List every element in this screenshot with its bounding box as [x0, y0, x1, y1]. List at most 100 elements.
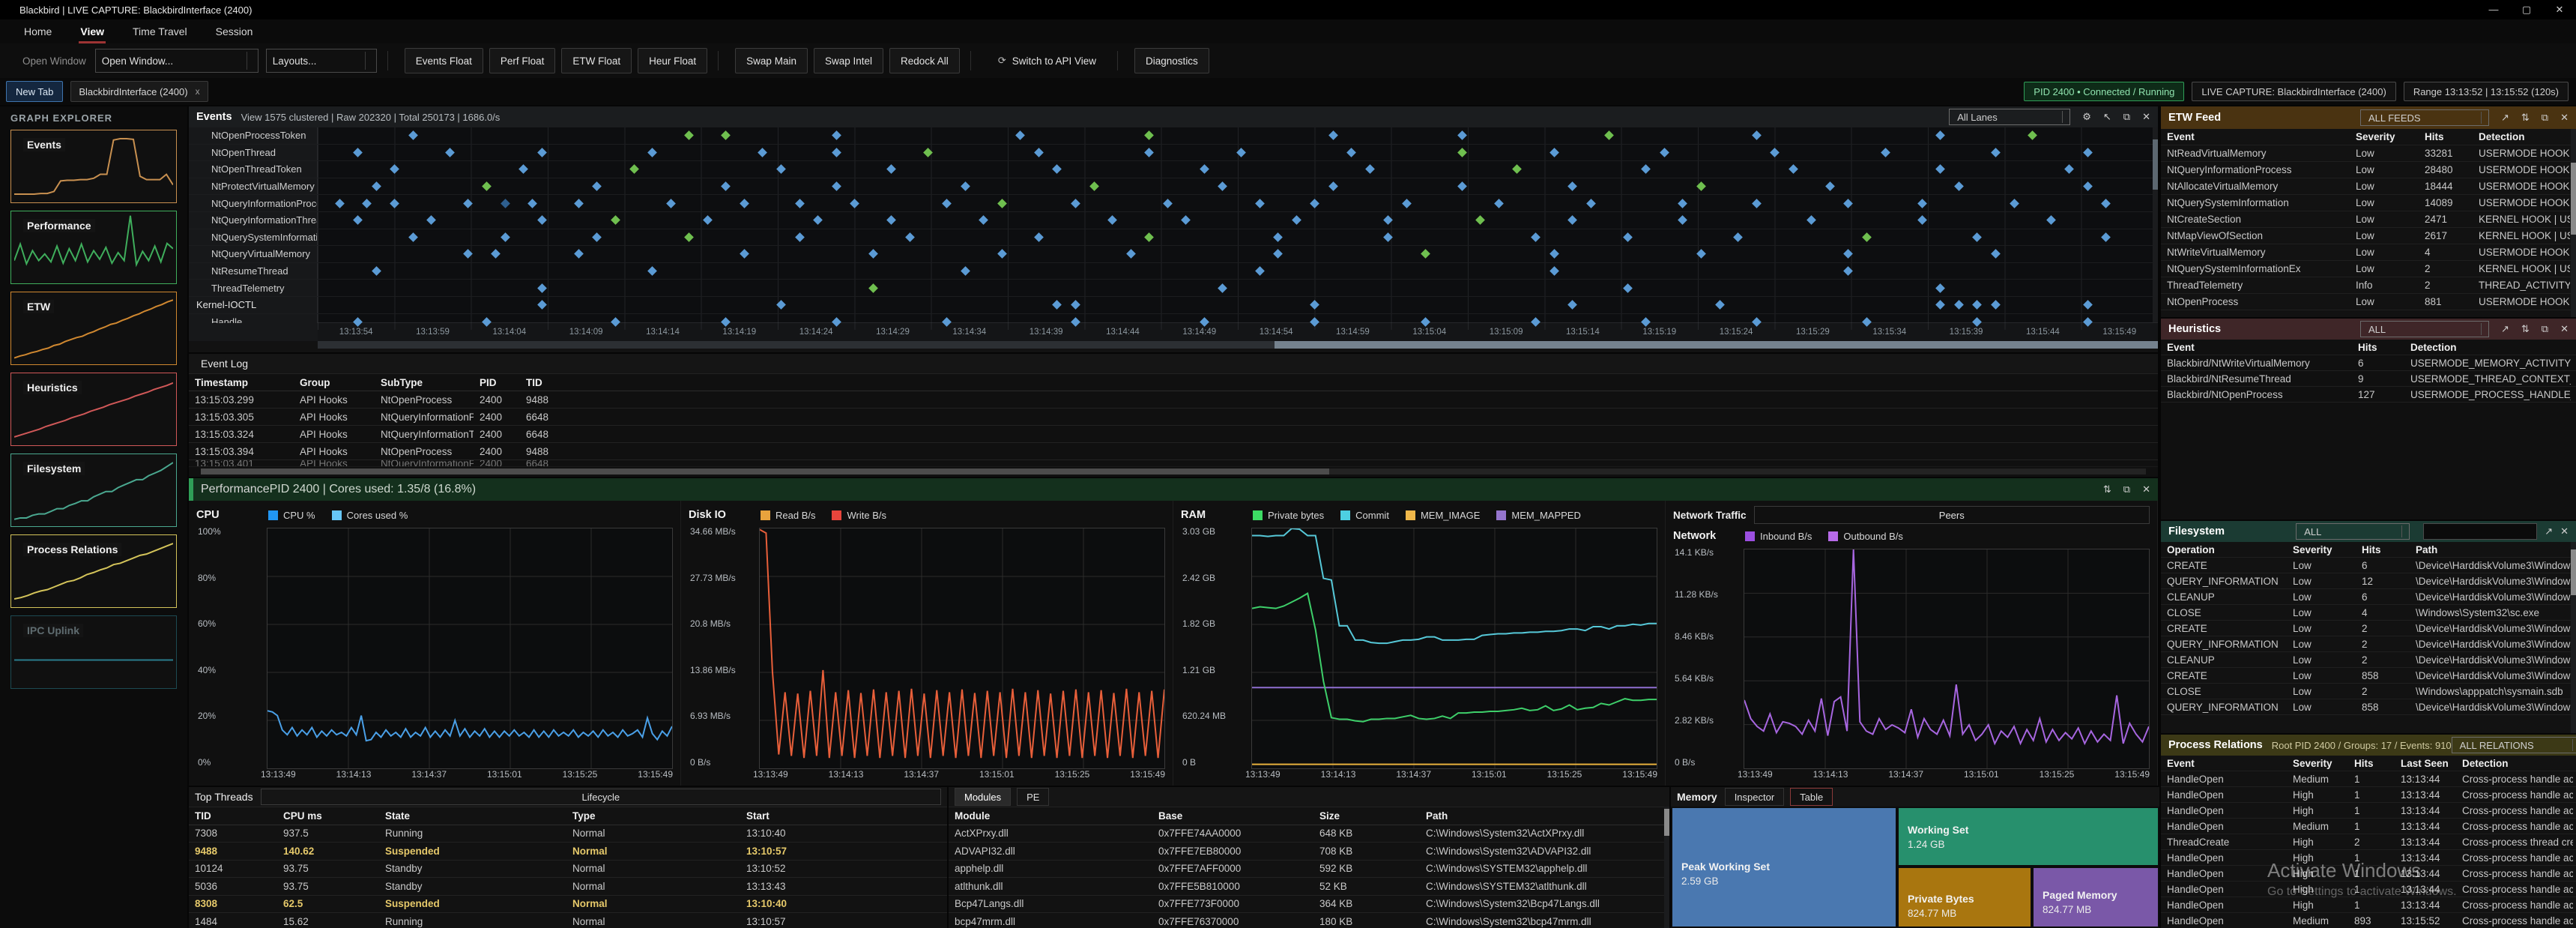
- column-header[interactable]: Detection: [2404, 342, 2571, 353]
- column-header[interactable]: Severity: [2350, 131, 2419, 142]
- event-marker-diamond[interactable]: [1273, 250, 1283, 259]
- filesystem-row[interactable]: QUERY_INFORMATIONLow2\Device\HarddiskVol…: [2161, 636, 2576, 652]
- column-header[interactable]: SubType: [375, 377, 474, 388]
- event-marker-diamond[interactable]: [390, 165, 399, 175]
- column-header[interactable]: TID: [189, 810, 277, 822]
- event-marker-diamond[interactable]: [1107, 215, 1117, 225]
- all-lanes-select[interactable]: All Lanes: [1949, 109, 2070, 125]
- event-marker-diamond[interactable]: [1273, 232, 1283, 242]
- module-row[interactable]: apphelp.dll0x7FFE7AFF0000592 KBC:\Window…: [949, 861, 1669, 879]
- tab-close-icon[interactable]: x: [196, 86, 200, 97]
- event-marker-diamond[interactable]: [2083, 148, 2093, 157]
- column-header[interactable]: Event: [2161, 758, 2287, 769]
- event-marker-diamond[interactable]: [850, 199, 859, 208]
- event-marker-diamond[interactable]: [464, 199, 474, 208]
- event-marker-diamond[interactable]: [1144, 130, 1154, 140]
- tab-modules[interactable]: Modules: [955, 788, 1011, 806]
- event-marker-diamond[interactable]: [1292, 215, 1301, 225]
- event-marker-diamond[interactable]: [611, 317, 620, 327]
- event-marker-diamond[interactable]: [1310, 317, 1319, 327]
- event-marker-diamond[interactable]: [1549, 250, 1559, 259]
- etw-row[interactable]: ThreadTelemetryInfo2THREAD_ACTIVITY: [2161, 277, 2576, 294]
- event-marker-diamond[interactable]: [721, 181, 731, 191]
- column-header[interactable]: State: [379, 810, 566, 822]
- event-lane-label[interactable]: NtQueryVirtualMemory: [189, 246, 318, 262]
- event-marker-diamond[interactable]: [1862, 317, 1872, 327]
- event-marker-diamond[interactable]: [1917, 215, 1927, 225]
- event-marker-diamond[interactable]: [1421, 250, 1430, 259]
- event-marker-diamond[interactable]: [1384, 215, 1394, 225]
- filesystem-row[interactable]: CLOSELow4\Windows\System32\sc.exe: [2161, 605, 2576, 621]
- event-marker-diamond[interactable]: [1457, 181, 1467, 191]
- scroll-thumb[interactable]: [1664, 809, 1669, 836]
- module-row[interactable]: bcp47mrm.dll0x7FFE76370000180 KBC:\Windo…: [949, 913, 1669, 928]
- process-relation-row[interactable]: HandleOpenHigh113:13:44Cross-process han…: [2161, 897, 2576, 913]
- heuristic-row[interactable]: Blackbird/NtOpenProcess127USERMODE_PROCE…: [2161, 387, 2576, 403]
- thread-row[interactable]: 148415.62RunningNormal13:10:57: [189, 913, 947, 928]
- event-marker-diamond[interactable]: [1567, 300, 1577, 310]
- event-marker-diamond[interactable]: [501, 199, 510, 208]
- process-relation-row[interactable]: ThreadCreateHigh213:13:44Cross-process t…: [2161, 834, 2576, 850]
- column-header[interactable]: Operation: [2161, 544, 2287, 555]
- event-marker-diamond[interactable]: [942, 199, 952, 208]
- events-float-button[interactable]: Events Float: [405, 48, 483, 73]
- sidebar-graph-heuristics[interactable]: Heuristics: [10, 373, 177, 446]
- column-header[interactable]: Severity: [2287, 758, 2348, 769]
- event-marker-diamond[interactable]: [1935, 165, 1945, 175]
- event-marker-diamond[interactable]: [868, 283, 878, 293]
- column-header[interactable]: Type: [566, 810, 740, 822]
- etw-row[interactable]: NtAllocateVirtualMemoryLow18444USERMODE …: [2161, 178, 2576, 195]
- sidebar-graph-process-relations[interactable]: Process Relations: [10, 534, 177, 608]
- event-marker-diamond[interactable]: [1053, 300, 1062, 310]
- event-marker-diamond[interactable]: [1200, 165, 1209, 175]
- event-marker-diamond[interactable]: [684, 130, 694, 140]
- close-icon[interactable]: ✕: [2560, 323, 2569, 335]
- event-log-row[interactable]: 13:15:03.299API HooksNtOpenProcess240094…: [189, 391, 2158, 409]
- event-marker-diamond[interactable]: [1421, 317, 1430, 327]
- event-lane-label[interactable]: NtOpenThreadToken: [189, 161, 318, 178]
- tab-table[interactable]: Table: [1790, 788, 1833, 806]
- close-icon[interactable]: ✕: [2142, 483, 2150, 495]
- event-marker-diamond[interactable]: [1752, 317, 1762, 327]
- event-marker-diamond[interactable]: [2101, 199, 2111, 208]
- sidebar-graph-ipc-uplink[interactable]: IPC Uplink: [10, 615, 177, 689]
- event-lane-label[interactable]: NtOpenProcessToken: [189, 127, 318, 144]
- column-header[interactable]: Event: [2161, 342, 2352, 353]
- process-relation-row[interactable]: HandleOpenHigh113:13:44Cross-process han…: [2161, 882, 2576, 897]
- event-lane-label[interactable]: NtQuerySystemInformation: [189, 229, 318, 246]
- column-header[interactable]: Start: [740, 810, 928, 822]
- filesystem-row[interactable]: CLEANUPLow6\Device\HarddiskVolume3\Windo…: [2161, 589, 2576, 605]
- event-marker-diamond[interactable]: [1770, 148, 1780, 157]
- close-icon[interactable]: ✕: [2543, 4, 2576, 16]
- etw-row[interactable]: NtQuerySystemInformationExLow2KERNEL HOO…: [2161, 261, 2576, 277]
- event-marker-diamond[interactable]: [684, 232, 694, 242]
- menu-time-travel[interactable]: Time Travel: [131, 21, 189, 42]
- event-marker-diamond[interactable]: [1991, 250, 2001, 259]
- event-marker-diamond[interactable]: [740, 250, 749, 259]
- new-tab-button[interactable]: New Tab: [6, 81, 63, 102]
- event-marker-diamond[interactable]: [426, 215, 436, 225]
- process-relation-row[interactable]: HandleOpenHigh113:13:44Cross-process han…: [2161, 850, 2576, 866]
- popout-icon[interactable]: ↗: [2501, 323, 2509, 335]
- event-marker-diamond[interactable]: [353, 215, 363, 225]
- close-icon[interactable]: ✕: [2560, 525, 2569, 537]
- event-marker-diamond[interactable]: [1715, 300, 1725, 310]
- event-marker-diamond[interactable]: [1696, 181, 1706, 191]
- event-marker-diamond[interactable]: [1623, 283, 1633, 293]
- event-marker-diamond[interactable]: [721, 130, 731, 140]
- event-marker-diamond[interactable]: [1071, 199, 1080, 208]
- event-marker-diamond[interactable]: [721, 317, 731, 327]
- event-marker-diamond[interactable]: [832, 148, 841, 157]
- etw-row[interactable]: NtReadVirtualMemoryLow33281USERMODE HOOK: [2161, 145, 2576, 162]
- filesystem-row[interactable]: QUERY_INFORMATIONLow858\Device\HarddiskV…: [2161, 699, 2576, 715]
- event-marker-diamond[interactable]: [482, 181, 492, 191]
- event-marker-diamond[interactable]: [1825, 181, 1835, 191]
- event-marker-diamond[interactable]: [1973, 300, 1983, 310]
- column-header[interactable]: CPU ms: [277, 810, 379, 822]
- event-marker-diamond[interactable]: [924, 148, 934, 157]
- tab-blackbirdinterface[interactable]: BlackbirdInterface (2400) x: [70, 81, 208, 102]
- filesystem-vertical-scrollbar[interactable]: [2571, 542, 2576, 733]
- event-log-row[interactable]: 13:15:03.394API HooksNtOpenProcess240094…: [189, 443, 2158, 460]
- event-lane-label[interactable]: Kernel-IOCTL: [189, 297, 318, 313]
- duplicate-icon[interactable]: ⧉: [2542, 112, 2548, 124]
